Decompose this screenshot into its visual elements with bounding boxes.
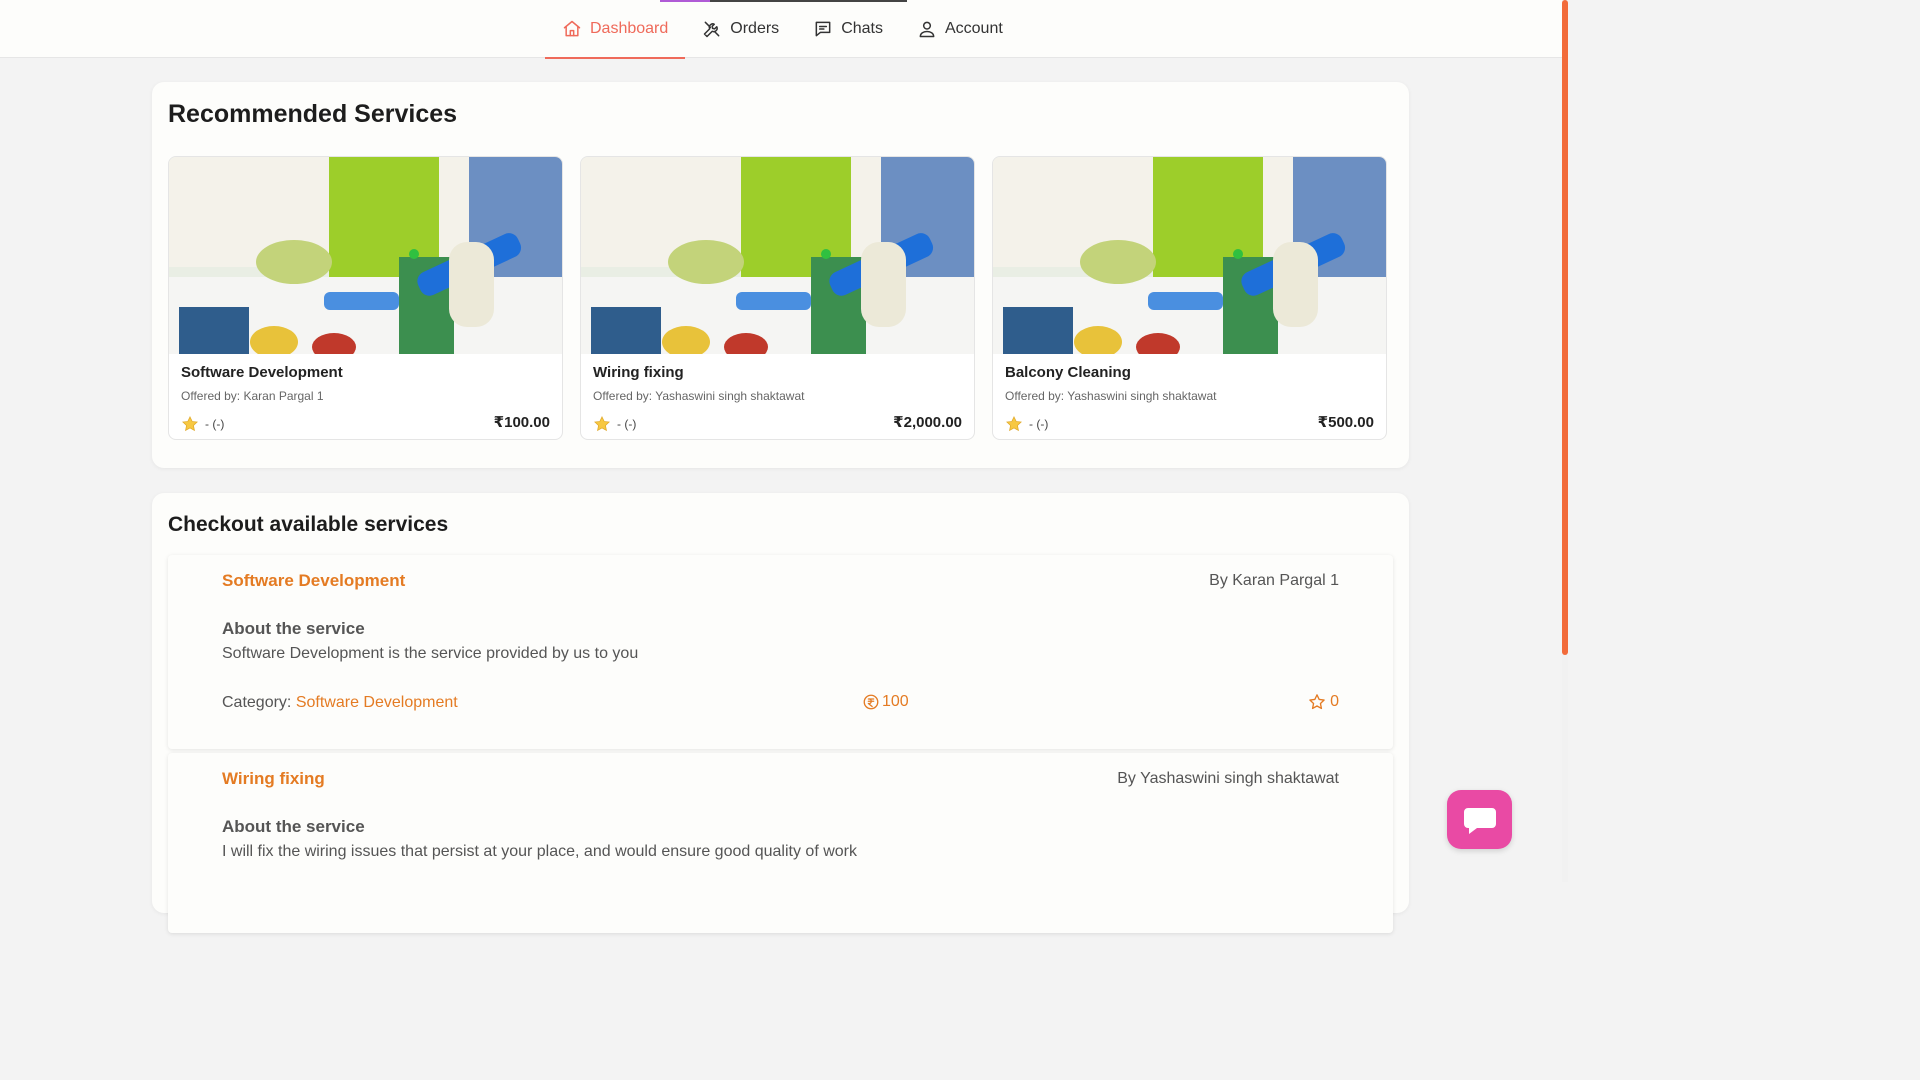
- service-title: Wiring fixing: [593, 364, 684, 381]
- chat-bubble-icon: [1463, 807, 1496, 834]
- top-navigation: Dashboard Orders Chats Account: [0, 0, 1562, 59]
- chat-support-button[interactable]: [1447, 790, 1512, 849]
- nav-dashboard-label: Dashboard: [590, 20, 669, 37]
- service-image: [993, 157, 1386, 354]
- nav-dashboard[interactable]: Dashboard: [545, 0, 686, 59]
- amount-value: 100: [882, 693, 909, 710]
- service-amount: 100: [862, 693, 909, 711]
- category-label: Category:: [222, 694, 292, 711]
- service-description: Software Development is the service prov…: [222, 645, 639, 662]
- star-icon: [182, 416, 198, 432]
- service-name-link[interactable]: Wiring fixing: [222, 769, 325, 789]
- service-description: I will fix the wiring issues that persis…: [222, 843, 857, 860]
- tools-icon: [704, 21, 720, 38]
- category-value[interactable]: Software Development: [296, 694, 458, 711]
- service-provider: By Yashaswini singh shaktawat: [1117, 770, 1339, 787]
- service-category: Category: Software Development: [222, 694, 458, 712]
- about-heading: About the service: [222, 817, 365, 836]
- service-price: ₹100.00: [493, 414, 550, 431]
- service-listing: Software Development By Karan Pargal 1 A…: [168, 555, 1393, 749]
- about-heading: About the service: [222, 619, 365, 638]
- service-rating: - (-): [593, 415, 636, 433]
- service-title: Software Development: [181, 364, 343, 381]
- rating-value: 0: [1330, 693, 1339, 710]
- nav-account-label: Account: [944, 20, 1003, 37]
- nav-orders-label: Orders: [730, 20, 780, 37]
- user-icon: [919, 21, 935, 38]
- star-outline-icon: [1309, 694, 1325, 710]
- recommended-services-panel: Recommended Services Software Developmen…: [152, 82, 1409, 468]
- available-services-panel: Checkout available services Software Dev…: [152, 493, 1409, 933]
- nav-items: Dashboard Orders Chats Account: [545, 0, 1020, 59]
- service-price: ₹500.00: [1317, 414, 1374, 431]
- service-card[interactable]: Software Development Offered by: Karan P…: [168, 156, 563, 440]
- rating-text: - (-): [205, 417, 225, 431]
- service-offered-by: Offered by: Karan Pargal 1: [181, 389, 324, 403]
- service-price: ₹2,000.00: [893, 414, 962, 431]
- service-listing: Wiring fixing By Yashaswini singh shakta…: [168, 753, 1393, 933]
- scrollbar-thumb[interactable]: [1562, 0, 1568, 655]
- rupee-icon: [863, 694, 879, 710]
- page-scrollbar[interactable]: [1562, 0, 1568, 882]
- available-heading: Checkout available services: [168, 513, 449, 536]
- service-offered-by: Offered by: Yashaswini singh shaktawat: [593, 389, 805, 403]
- recommended-cards: Software Development Offered by: Karan P…: [168, 156, 1387, 440]
- rating-text: - (-): [617, 417, 637, 431]
- nav-chats[interactable]: Chats: [796, 0, 900, 58]
- service-rating: - (-): [1005, 415, 1048, 433]
- nav-orders[interactable]: Orders: [685, 0, 796, 58]
- nav-chats-label: Chats: [841, 20, 883, 37]
- service-offered-by: Offered by: Yashaswini singh shaktawat: [1005, 389, 1217, 403]
- recommended-heading: Recommended Services: [168, 100, 458, 128]
- nav-account[interactable]: Account: [900, 0, 1020, 58]
- star-icon: [594, 416, 610, 432]
- home-icon: [563, 20, 581, 37]
- service-title: Balcony Cleaning: [1005, 364, 1131, 381]
- service-image: [581, 157, 974, 354]
- service-card[interactable]: Wiring fixing Offered by: Yashaswini sin…: [580, 156, 975, 440]
- service-provider: By Karan Pargal 1: [1209, 572, 1339, 589]
- service-name-link[interactable]: Software Development: [222, 571, 405, 591]
- service-image: [169, 157, 562, 354]
- chat-icon: [815, 21, 831, 37]
- service-rating: - (-): [181, 415, 224, 433]
- star-icon: [1006, 416, 1022, 432]
- service-rating: 0: [1308, 693, 1339, 711]
- service-card[interactable]: Balcony Cleaning Offered by: Yashaswini …: [992, 156, 1387, 440]
- rating-text: - (-): [1029, 417, 1049, 431]
